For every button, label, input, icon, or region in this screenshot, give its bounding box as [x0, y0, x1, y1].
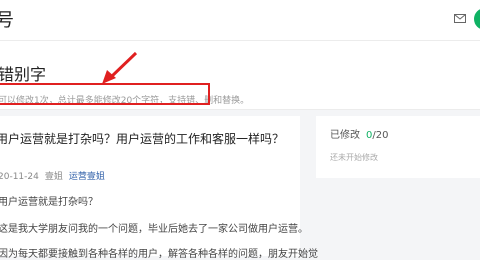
article-panel: 用户运营就是打杂吗？用户运营的工作和客服一样吗？ 20-11-24 壹姐 运营壹姐 …	[0, 116, 318, 260]
avatar[interactable]	[474, 8, 480, 30]
modified-label: 已修改	[330, 130, 360, 141]
top-bar: 号	[0, 0, 480, 41]
article-paragraph[interactable]: 这是我大学朋友问我的一个问题，毕业后她去了一家公司做用户运营。	[0, 220, 308, 235]
modification-status: 还未开始修改	[330, 153, 378, 162]
modified-counter: 已修改 0/20	[330, 126, 388, 141]
article-date: 20-11-24	[0, 172, 39, 182]
article-author: 壹姐	[44, 172, 63, 182]
mail-icon[interactable]	[454, 14, 466, 23]
annotation-arrow-icon	[102, 51, 138, 84]
article-meta: 20-11-24 壹姐 运营壹姐	[0, 169, 105, 182]
annotation-highlight-box	[0, 83, 210, 105]
article-tag-link[interactable]: 运营壹姐	[69, 172, 105, 182]
article-title: 用户运营就是打杂吗？用户运营的工作和客服一样吗？	[0, 132, 285, 146]
article-paragraph[interactable]: 用户运营就是打杂吗？	[0, 193, 98, 208]
modification-counter-card: 已修改 0/20 还未开始修改	[316, 116, 480, 178]
modified-total: /20	[372, 130, 389, 141]
app-title: 号	[0, 10, 14, 31]
page-title: 错别字	[0, 65, 47, 84]
article-paragraph[interactable]: 因为每天都要接触到各种各样的用户，解答各种各样的问题，朋友开始觉	[0, 245, 318, 260]
